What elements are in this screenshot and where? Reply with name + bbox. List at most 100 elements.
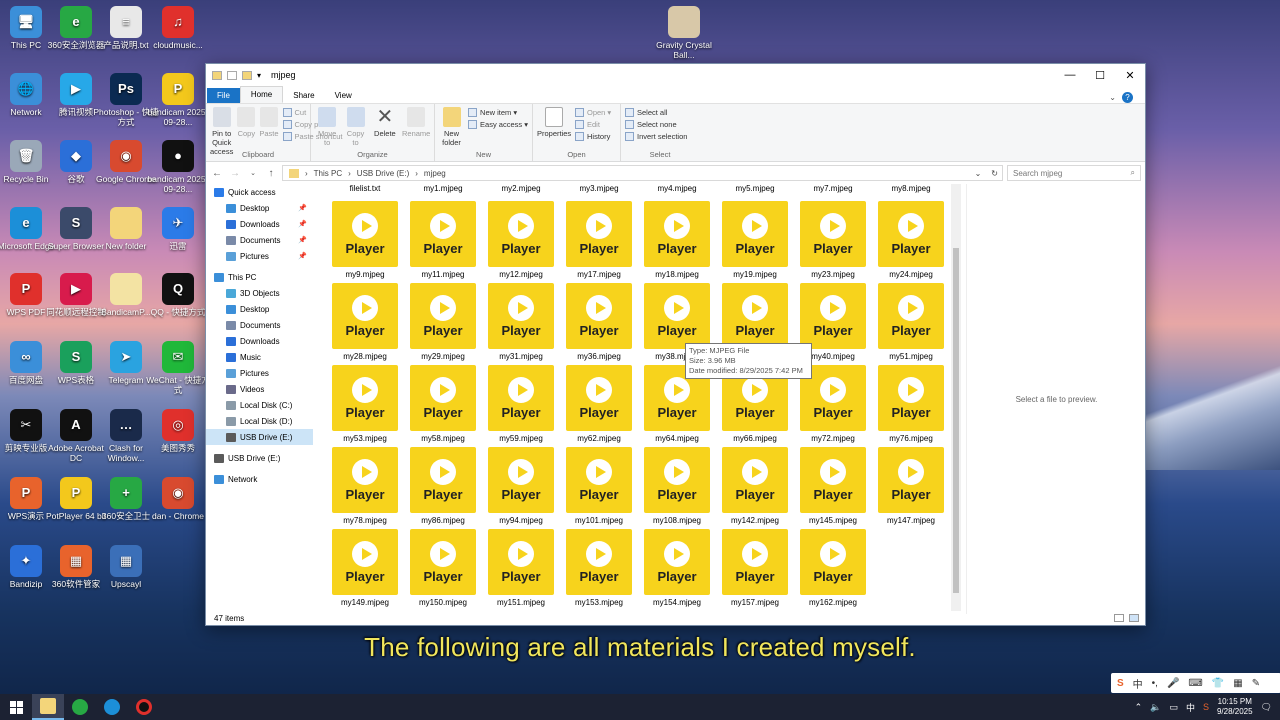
forward-button[interactable]: → xyxy=(228,168,242,179)
ime-indicator[interactable]: 中 xyxy=(1186,701,1195,714)
pin-icon[interactable]: 📌 xyxy=(298,252,307,260)
file-item[interactable]: Player my78.mjpeg xyxy=(326,447,404,529)
nav-item[interactable]: Desktop xyxy=(206,301,313,317)
clock[interactable]: 10:15 PM 9/28/2025 xyxy=(1217,697,1253,717)
history-button[interactable]: History xyxy=(575,132,611,141)
nav-item[interactable]: Downloads xyxy=(206,333,313,349)
up-button[interactable]: ↑ xyxy=(264,168,278,179)
desktop-icon[interactable]: ✈ 迅雷 xyxy=(144,207,212,251)
tab-view[interactable]: View xyxy=(325,88,362,103)
punctuation-icon[interactable]: •, xyxy=(1152,678,1158,689)
nav-item[interactable]: Videos xyxy=(206,381,313,397)
file-item[interactable]: Player my101.mjpeg xyxy=(560,447,638,529)
nav-item[interactable]: Quick access xyxy=(206,184,313,200)
desktop-icon[interactable]: Q QQ - 快捷方式 xyxy=(144,273,212,317)
file-item[interactable]: Player my11.mjpeg xyxy=(404,201,482,283)
file-item[interactable]: Player my9.mjpeg xyxy=(326,201,404,283)
ime-toolbar[interactable]: S 中 •, 🎤 ⌨ 👕 ▦ ✎ xyxy=(1111,673,1280,693)
file-item[interactable]: Player my76.mjpeg xyxy=(872,365,950,447)
tab-file[interactable]: File xyxy=(207,88,240,103)
taskbar-bandicam[interactable] xyxy=(128,694,160,720)
file-item[interactable]: Player my62.mjpeg xyxy=(560,365,638,447)
desktop-icon[interactable]: Gravity Crystal Ball... xyxy=(650,6,718,60)
new-item-button[interactable]: New item ▾ xyxy=(468,108,528,117)
nav-item[interactable]: This PC xyxy=(206,269,313,285)
close-button[interactable]: ✕ xyxy=(1115,64,1145,86)
quick-access-toolbar[interactable]: ▾ xyxy=(212,70,261,80)
nav-item[interactable]: Pictures xyxy=(206,365,313,381)
taskbar-edge[interactable] xyxy=(96,694,128,720)
file-item-label[interactable]: my5.mjpeg xyxy=(716,184,794,201)
file-item[interactable]: Player my24.mjpeg xyxy=(872,201,950,283)
desktop-icon[interactable]: Pbandicam 2025-09-28... xyxy=(144,73,212,127)
nav-item[interactable]: Local Disk (D:) xyxy=(206,413,313,429)
nav-item[interactable]: USB Drive (E:) xyxy=(206,429,313,445)
select-none-button[interactable]: Select none xyxy=(625,120,687,129)
file-item[interactable]: Player my12.mjpeg xyxy=(482,201,560,283)
taskbar-360-browser[interactable] xyxy=(64,694,96,720)
pin-icon[interactable]: 📌 xyxy=(298,204,307,212)
nav-item[interactable]: Desktop 📌 xyxy=(206,200,313,216)
file-item[interactable]: Player my142.mjpeg xyxy=(716,447,794,529)
file-item[interactable]: Player my153.mjpeg xyxy=(560,529,638,611)
easy-access-button[interactable]: Easy access ▾ xyxy=(468,120,528,129)
desktop-icon[interactable]: ● bandicam 2025-09-28... xyxy=(144,140,212,194)
volume-icon[interactable]: 🔈 xyxy=(1150,702,1161,713)
start-button[interactable] xyxy=(0,694,32,720)
breadcrumb-mjpeg[interactable]: mjpeg xyxy=(424,169,446,178)
file-item[interactable]: Player my149.mjpeg xyxy=(326,529,404,611)
network-icon[interactable]: ▭ xyxy=(1169,702,1178,713)
chevron-up-icon[interactable]: ⌃ xyxy=(1135,702,1143,713)
ime-mode[interactable]: 中 xyxy=(1133,676,1143,691)
file-item[interactable]: Player my108.mjpeg xyxy=(638,447,716,529)
chevron-down-icon[interactable]: ▾ xyxy=(257,71,261,80)
file-item[interactable]: Player my28.mjpeg xyxy=(326,283,404,365)
nav-item[interactable]: Documents xyxy=(206,317,313,333)
file-item[interactable]: Player my51.mjpeg xyxy=(872,283,950,365)
refresh-icon[interactable]: ↻ xyxy=(991,169,998,178)
file-item[interactable]: Player my18.mjpeg xyxy=(638,201,716,283)
chevron-down-icon[interactable]: ⌄ xyxy=(975,169,982,178)
skin-icon[interactable]: ✎ xyxy=(1252,678,1260,689)
nav-item[interactable]: Network xyxy=(206,471,313,487)
chevron-down-icon[interactable]: ⌄ xyxy=(1109,93,1116,102)
file-item-label[interactable]: my7.mjpeg xyxy=(794,184,872,201)
desktop-icon[interactable]: ✉ WeChat - 快捷方式 xyxy=(144,341,212,395)
select-all-button[interactable]: Select all xyxy=(625,108,687,117)
file-item[interactable]: Player my151.mjpeg xyxy=(482,529,560,611)
file-item-label[interactable]: my1.mjpeg xyxy=(404,184,482,201)
notification-icon[interactable]: 🗨 xyxy=(1261,702,1272,713)
file-item[interactable]: Player my162.mjpeg xyxy=(794,529,872,611)
details-view-icon[interactable] xyxy=(1114,614,1124,622)
file-item[interactable]: Player my157.mjpeg xyxy=(716,529,794,611)
nav-item[interactable]: 3D Objects xyxy=(206,285,313,301)
file-item[interactable]: Player my23.mjpeg xyxy=(794,201,872,283)
help-icon[interactable]: ? xyxy=(1122,92,1133,103)
file-item[interactable]: Player my94.mjpeg xyxy=(482,447,560,529)
file-item-label[interactable]: my4.mjpeg xyxy=(638,184,716,201)
vertical-scrollbar[interactable] xyxy=(951,184,961,611)
microphone-icon[interactable]: 🎤 xyxy=(1167,678,1179,689)
pin-icon[interactable]: 📌 xyxy=(298,220,307,228)
taskbar-explorer[interactable] xyxy=(32,694,64,720)
desktop-icon[interactable]: ▦ Upscayl xyxy=(92,545,160,589)
nav-item[interactable]: Pictures 📌 xyxy=(206,248,313,264)
desktop-icon[interactable]: ◉ dan - Chrome xyxy=(144,477,212,521)
desktop-icon[interactable]: ♫ cloudmusic... xyxy=(144,6,212,50)
shirt-icon[interactable]: 👕 xyxy=(1212,678,1224,689)
file-item[interactable]: Player my17.mjpeg xyxy=(560,201,638,283)
file-item-label[interactable]: my3.mjpeg xyxy=(560,184,638,201)
grid-icon[interactable]: ▦ xyxy=(1233,678,1242,689)
maximize-button[interactable]: ☐ xyxy=(1085,64,1115,86)
desktop-icon[interactable]: ◎ 美图秀秀 xyxy=(144,409,212,453)
tab-home[interactable]: Home xyxy=(239,86,284,103)
file-item[interactable]: Player my29.mjpeg xyxy=(404,283,482,365)
file-item-label[interactable]: my2.mjpeg xyxy=(482,184,560,201)
recent-locations-button[interactable]: ⌄ xyxy=(246,169,260,177)
large-icons-view-icon[interactable] xyxy=(1129,614,1139,622)
sogou-tray-icon[interactable]: S xyxy=(1203,702,1209,712)
tab-share[interactable]: Share xyxy=(283,88,324,103)
open-button[interactable]: Open ▾ xyxy=(575,108,611,117)
file-item[interactable]: Player my147.mjpeg xyxy=(872,447,950,529)
keyboard-icon[interactable]: ⌨ xyxy=(1188,678,1202,689)
